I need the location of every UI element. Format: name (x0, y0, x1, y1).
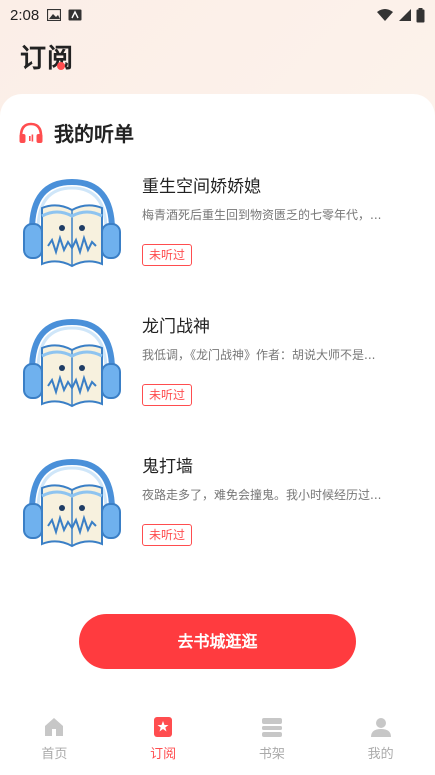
battery-icon (416, 7, 425, 22)
image-icon (47, 9, 62, 21)
page-title-part1: 订 (20, 44, 48, 74)
nav-label-home: 首页 (41, 747, 68, 762)
app-notification-icon (68, 9, 82, 21)
status-time: 2:08 (10, 6, 40, 24)
book-cover-headphones-icon (23, 318, 121, 408)
subscribe-icon (154, 717, 173, 737)
nav-label-bookshelf: 书架 (258, 747, 285, 762)
nav-item-subscribe[interactable]: 订阅 (109, 705, 218, 775)
nav-item-profile[interactable]: 我的 (326, 705, 435, 775)
page-title-part2: 阅 (47, 44, 74, 74)
list-item[interactable]: 重生空间娇娇媳 梅青酒死后重生回到物资匮乏的七零年代，... 未听过 (20, 172, 420, 282)
nav-item-home[interactable]: 首页 (0, 705, 109, 775)
bookshelf-icon (261, 718, 282, 737)
nav-label-profile: 我的 (367, 747, 394, 762)
book-title: 鬼打墙 (142, 457, 193, 477)
title-accent-dot (57, 62, 66, 70)
headphones-icon (19, 122, 43, 143)
book-title: 重生空间娇娇媳 (142, 177, 261, 197)
book-desc: 我低调，《龙门战神》作者：胡说大师不是... (142, 348, 376, 362)
page-title: 订阅 (20, 38, 74, 75)
section-title: 我的听单 (54, 122, 134, 146)
book-desc: 梅青酒死后重生回到物资匮乏的七零年代，... (142, 208, 382, 222)
nav-item-bookshelf[interactable]: 书架 (218, 705, 327, 775)
home-icon (45, 718, 64, 736)
status-bar: 2:08 (0, 0, 435, 30)
profile-icon (370, 718, 391, 737)
status-badge: 未听过 (142, 384, 193, 406)
section-header: 我的听单 (18, 118, 134, 147)
bottom-nav: 首页 订阅 书架 我的 (0, 705, 435, 775)
nav-label-subscribe: 订阅 (150, 747, 177, 762)
signal-icon (399, 9, 411, 21)
book-cover-headphones-icon (23, 178, 121, 268)
wifi-icon (377, 9, 393, 21)
status-badge: 未听过 (142, 524, 193, 546)
list-item[interactable]: 龙门战神 我低调，《龙门战神》作者：胡说大师不是... 未听过 (20, 312, 420, 422)
book-title: 龙门战神 (142, 317, 210, 337)
book-desc: 夜路走多了，难免会撞鬼。我小时候经历过... (142, 488, 382, 502)
status-badge: 未听过 (142, 244, 193, 266)
book-cover-headphones-icon (23, 458, 121, 548)
list-item[interactable]: 鬼打墙 夜路走多了，难免会撞鬼。我小时候经历过... 未听过 (20, 452, 420, 562)
go-to-bookstore-button[interactable]: 去书城逛逛 (79, 614, 356, 669)
